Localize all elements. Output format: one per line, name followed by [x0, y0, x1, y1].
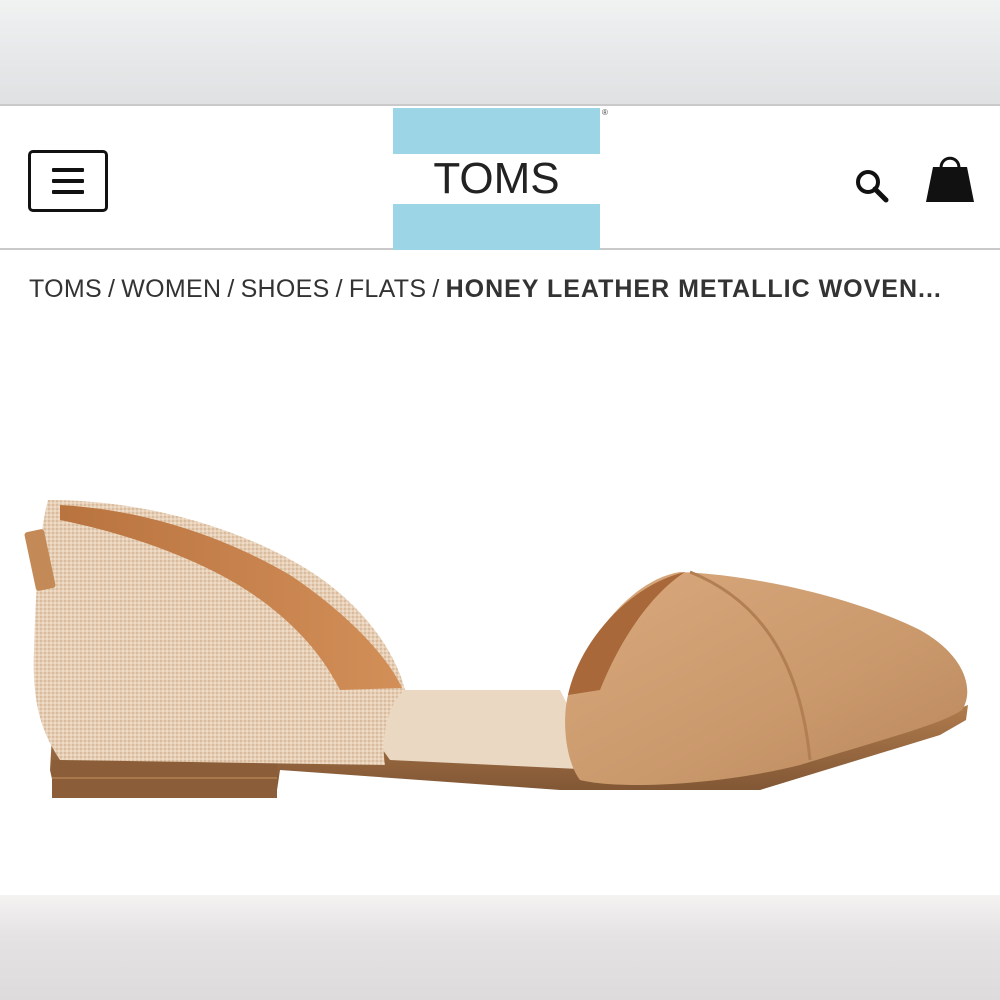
- bottom-backdrop: [0, 895, 1000, 1000]
- logo-text: TOMS: [433, 154, 560, 203]
- breadcrumb-current: HONEY LEATHER METALLIC WOVEN...: [445, 275, 942, 303]
- breadcrumb-link-toms[interactable]: TOMS: [29, 275, 102, 303]
- breadcrumb-separator: /: [227, 275, 235, 303]
- site-header: TOMS ®: [0, 104, 1000, 250]
- breadcrumb: TOMS / WOMEN / SHOES / FLATS / HONEY LEATHER MET…: [29, 275, 979, 304]
- breadcrumb-separator: /: [432, 275, 440, 303]
- logo-stripe-top: [393, 108, 600, 154]
- product-image[interactable]: [0, 320, 1000, 895]
- breadcrumb-separator: /: [107, 275, 116, 303]
- breadcrumb-link-women[interactable]: WOMEN: [121, 275, 221, 303]
- menu-icon-bar: [52, 168, 84, 172]
- breadcrumb-link-flats[interactable]: FLATS: [349, 275, 426, 303]
- breadcrumb-separator: /: [335, 275, 343, 303]
- toms-logo[interactable]: TOMS ®: [393, 108, 608, 250]
- logo-stripe-bottom: [393, 204, 600, 250]
- menu-button[interactable]: [28, 150, 108, 212]
- top-backdrop: [0, 0, 1000, 104]
- search-icon[interactable]: [852, 166, 892, 206]
- registered-mark: ®: [602, 108, 608, 117]
- menu-icon-bar: [52, 179, 84, 183]
- page: TOMS ® TOMS / WOMEN / SHOES / FLATS / HONEY LEAT…: [0, 0, 1000, 1000]
- breadcrumb-link-shoes[interactable]: SHOES: [241, 275, 330, 303]
- shopping-bag-icon[interactable]: [924, 150, 976, 206]
- menu-icon-bar: [52, 190, 84, 194]
